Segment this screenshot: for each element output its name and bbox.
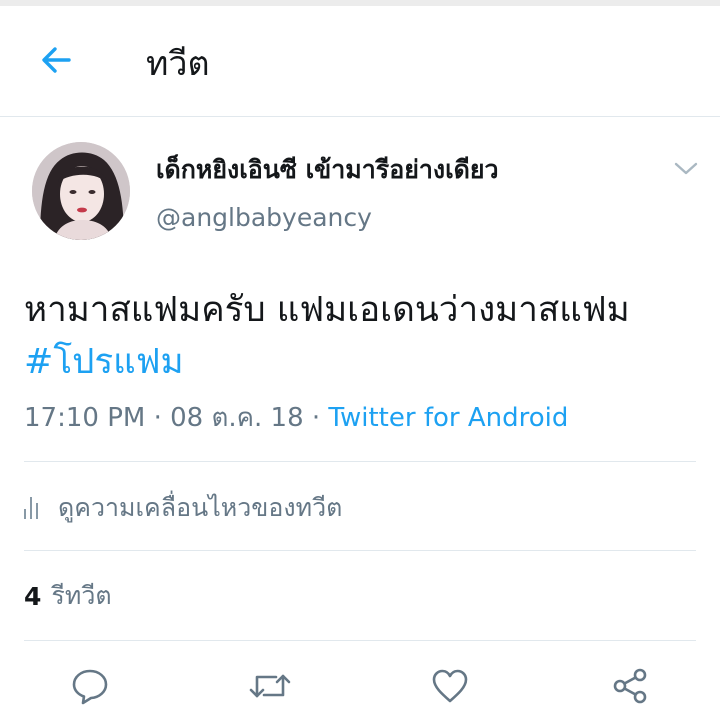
heart-icon [430,666,470,710]
view-tweet-activity[interactable]: ดูความเคลื่อนไหวของทวีต [24,488,342,528]
bar-chart-icon [24,497,38,519]
avatar[interactable] [32,142,130,240]
divider [24,640,696,641]
retweet-icon [248,666,292,710]
like-button[interactable] [426,664,474,712]
tweet-date: 08 ต.ค. 18 [170,403,304,433]
share-icon [610,666,650,710]
tweet-body: หามาสแฟมครับ แฟมเอเดนว่างมาสแฟม [24,290,630,330]
top-app-bar: ทวีต [0,6,720,117]
retweet-button[interactable] [246,664,294,712]
retweet-stats[interactable]: 4 รีทวีต [24,576,112,616]
source-link[interactable]: Twitter for Android [328,403,568,433]
meta-separator: · [153,403,162,433]
reply-icon [70,666,110,710]
reply-button[interactable] [66,664,114,712]
author-handle[interactable]: @anglbabyeancy [156,200,372,236]
author-display-name[interactable]: เด็กหยิงเอินซี เข้ามารีอย่างเดียว [156,152,499,188]
chevron-down-icon [673,161,699,181]
hashtag-link[interactable]: #โปรแฟม [24,342,184,382]
back-button[interactable] [36,42,76,82]
tweet-text: หามาสแฟมครับ แฟมเอเดนว่างมาสแฟม #โปรแฟม [24,284,664,388]
page-title: ทวีต [146,44,210,84]
divider [24,550,696,551]
arrow-left-icon [38,42,74,82]
activity-label: ดูความเคลื่อนไหวของทวีต [58,493,343,522]
tweet-menu-button[interactable] [668,156,704,186]
tweet-meta: 17:10 PM · 08 ต.ค. 18 · Twitter for Andr… [24,398,568,438]
divider [24,461,696,462]
tweet-time: 17:10 PM [24,403,146,433]
meta-separator: · [311,403,321,433]
retweet-count: 4 [24,581,42,611]
retweet-label: รีทวีต [51,581,112,610]
share-button[interactable] [606,664,654,712]
